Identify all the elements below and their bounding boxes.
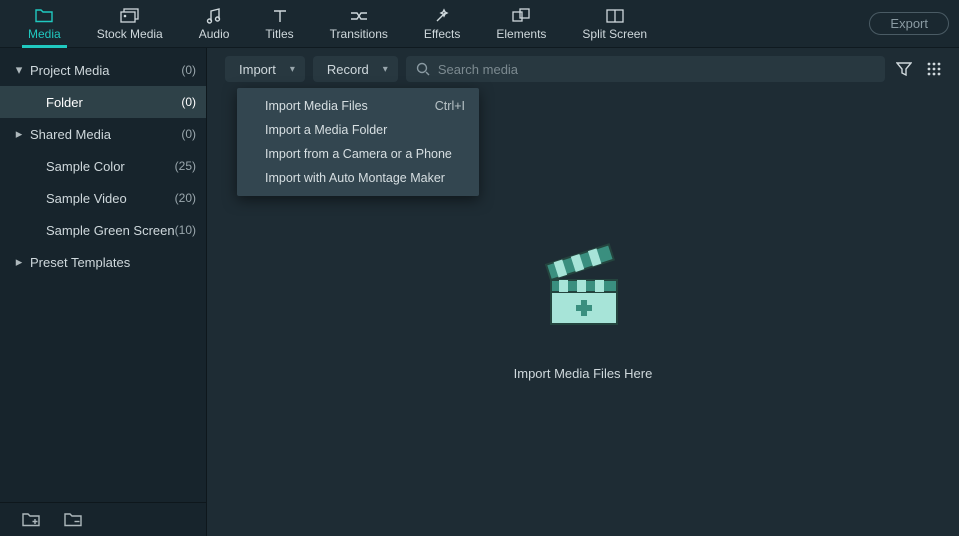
- tree-count: (0): [181, 95, 196, 109]
- menu-label: Import Media Files: [265, 99, 368, 113]
- wand-icon: [434, 7, 450, 25]
- chevron-down-icon: ▾: [290, 64, 295, 75]
- chevron-down-icon: ▾: [383, 64, 388, 75]
- image-stack-icon: [120, 7, 140, 25]
- nav-label: Media: [28, 27, 61, 41]
- tree-label: Project Media: [26, 63, 181, 78]
- menu-shortcut: Ctrl+I: [435, 99, 465, 113]
- record-label: Record: [327, 62, 369, 77]
- nav-label: Titles: [265, 27, 293, 41]
- chevron-right-icon: ▸: [12, 254, 26, 270]
- chevron-right-icon: ▸: [12, 126, 26, 142]
- content-toolbar: Import ▾ Record ▾: [207, 48, 959, 90]
- sidebar: ▾ Project Media (0) ▸ Folder (0) ▸ Share…: [0, 48, 207, 536]
- import-menu: Import Media Files Ctrl+I Import a Media…: [237, 88, 479, 196]
- nav-transitions[interactable]: Transitions: [312, 0, 406, 48]
- nav-label: Stock Media: [97, 27, 163, 41]
- tree-label: Shared Media: [26, 127, 181, 142]
- split-screen-icon: [606, 7, 624, 25]
- tree-row-project-media[interactable]: ▾ Project Media (0): [0, 54, 206, 86]
- tree-count: (0): [181, 127, 196, 141]
- nav-audio[interactable]: Audio: [181, 0, 248, 48]
- import-dropdown[interactable]: Import ▾: [225, 56, 305, 82]
- tree-label: Sample Color: [42, 159, 175, 174]
- dropzone-caption: Import Media Files Here: [514, 366, 653, 381]
- tree-row-sample-green-screen[interactable]: ▸ Sample Green Screen (10): [0, 214, 206, 246]
- nav-stock-media[interactable]: Stock Media: [79, 0, 181, 48]
- tree-row-folder[interactable]: ▸ Folder (0): [0, 86, 206, 118]
- nav-label: Transitions: [330, 27, 388, 41]
- filter-button[interactable]: [893, 58, 915, 80]
- view-grid-button[interactable]: [923, 58, 945, 80]
- search-icon: [416, 62, 430, 76]
- nav-label: Split Screen: [582, 27, 647, 41]
- chevron-down-icon: ▾: [12, 62, 26, 78]
- menu-label: Import a Media Folder: [265, 123, 387, 137]
- nav-label: Elements: [496, 27, 546, 41]
- transitions-icon: [350, 7, 368, 25]
- menu-import-media-files[interactable]: Import Media Files Ctrl+I: [237, 94, 479, 118]
- media-tree: ▾ Project Media (0) ▸ Folder (0) ▸ Share…: [0, 48, 206, 502]
- tree-count: (20): [175, 191, 196, 205]
- menu-import-auto-montage[interactable]: Import with Auto Montage Maker: [237, 166, 479, 190]
- nav-media[interactable]: Media: [10, 0, 79, 48]
- main-area: ▾ Project Media (0) ▸ Folder (0) ▸ Share…: [0, 48, 959, 536]
- menu-import-camera-phone[interactable]: Import from a Camera or a Phone: [237, 142, 479, 166]
- tree-row-sample-color[interactable]: ▸ Sample Color (25): [0, 150, 206, 182]
- tree-label: Folder: [42, 95, 181, 110]
- export-button[interactable]: Export: [869, 12, 949, 35]
- tree-row-preset-templates[interactable]: ▸ Preset Templates: [0, 246, 206, 278]
- search-input[interactable]: [438, 62, 875, 77]
- filter-icon: [896, 62, 912, 76]
- tree-count: (10): [175, 223, 196, 237]
- folder-icon: [35, 7, 53, 25]
- menu-label: Import from a Camera or a Phone: [265, 147, 452, 161]
- music-icon: [206, 7, 222, 25]
- delete-folder-icon[interactable]: [64, 513, 82, 527]
- tree-count: (25): [175, 159, 196, 173]
- top-nav: Media Stock Media Audio Titles Transitio…: [0, 0, 959, 48]
- nav-effects[interactable]: Effects: [406, 0, 478, 48]
- tree-label: Sample Green Screen: [42, 223, 175, 238]
- import-label: Import: [239, 62, 276, 77]
- new-folder-icon[interactable]: [22, 513, 40, 527]
- tree-count: (0): [181, 63, 196, 77]
- tree-row-shared-media[interactable]: ▸ Shared Media (0): [0, 118, 206, 150]
- nav-titles[interactable]: Titles: [247, 0, 311, 48]
- tree-row-sample-video[interactable]: ▸ Sample Video (20): [0, 182, 206, 214]
- tree-label: Sample Video: [42, 191, 175, 206]
- record-dropdown[interactable]: Record ▾: [313, 56, 398, 82]
- search-box[interactable]: [406, 56, 885, 82]
- nav-label: Audio: [199, 27, 230, 41]
- nav-elements[interactable]: Elements: [478, 0, 564, 48]
- clapperboard-icon: [537, 240, 629, 332]
- sidebar-footer: [0, 502, 206, 536]
- grid-icon: [927, 62, 941, 76]
- nav-split-screen[interactable]: Split Screen: [564, 0, 665, 48]
- tree-label: Preset Templates: [26, 255, 196, 270]
- menu-import-media-folder[interactable]: Import a Media Folder: [237, 118, 479, 142]
- shapes-icon: [512, 7, 530, 25]
- nav-label: Effects: [424, 27, 460, 41]
- text-icon: [273, 7, 287, 25]
- menu-label: Import with Auto Montage Maker: [265, 171, 445, 185]
